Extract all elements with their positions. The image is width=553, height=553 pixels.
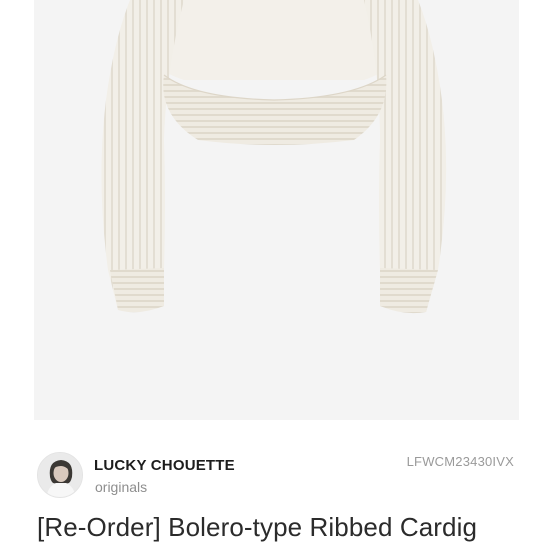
- product-title: [Re-Order] Bolero-type Ribbed Cardig: [37, 512, 478, 542]
- brand-avatar[interactable]: [37, 452, 83, 498]
- brand-name[interactable]: LUCKY CHOUETTE: [94, 457, 235, 474]
- brand-row[interactable]: LUCKY CHOUETTE originals LFWCM23430IVX: [0, 430, 553, 510]
- brand-subtitle: originals: [95, 479, 148, 495]
- brand-avatar-portrait-icon: [38, 453, 82, 497]
- product-image[interactable]: [34, 0, 519, 420]
- product-code: LFWCM23430IVX: [406, 454, 514, 469]
- cardigan-illustration: [101, 0, 447, 314]
